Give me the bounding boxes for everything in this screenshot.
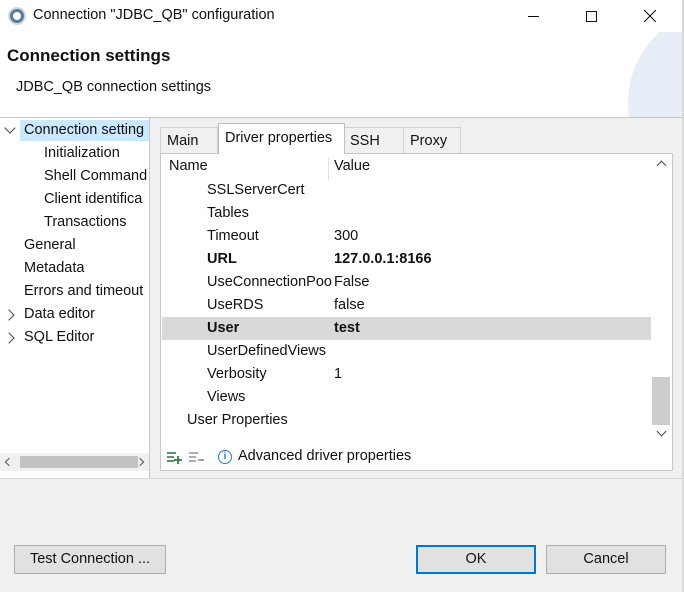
property-value[interactable]: 1	[334, 363, 342, 386]
close-button[interactable]	[627, 0, 673, 32]
property-value[interactable]: false	[334, 294, 365, 317]
banner-decoration	[628, 32, 684, 117]
tab-label: Proxy	[410, 133, 448, 149]
scroll-left-icon[interactable]	[4, 457, 14, 467]
chevron-right-icon[interactable]	[3, 332, 15, 344]
title-bar: Connection "JDBC_QB" configuration	[0, 0, 684, 32]
column-divider[interactable]	[328, 158, 329, 180]
tab-proxy[interactable]: Proxy	[403, 127, 461, 153]
scroll-up-icon[interactable]	[656, 160, 667, 171]
nav-item-shell-command[interactable]: Shell Command	[44, 166, 147, 187]
property-name: Tables	[207, 205, 249, 221]
nav-item-label: Transactions	[44, 214, 127, 230]
ok-button[interactable]: OK	[416, 545, 536, 574]
test-connection-button[interactable]: Test Connection ...	[14, 545, 166, 574]
nav-item-label: General	[24, 237, 76, 253]
property-name: Timeout	[207, 228, 259, 244]
nav-item-transactions[interactable]: Transactions	[44, 212, 126, 233]
property-name: URL	[207, 251, 237, 267]
property-name: UseRDS	[207, 297, 264, 313]
property-row[interactable]: Verbosity 1	[162, 363, 652, 386]
close-icon	[644, 10, 656, 22]
property-value[interactable]: False	[334, 271, 369, 294]
nav-item-metadata[interactable]: Metadata	[24, 258, 84, 279]
minimize-button[interactable]	[510, 0, 556, 32]
scrollbar-thumb[interactable]	[652, 377, 670, 425]
property-row[interactable]: UserDefinedViews	[162, 340, 652, 363]
nav-item-label: Shell Command	[44, 168, 148, 184]
column-header-name[interactable]: Name	[169, 158, 208, 174]
table-vertical-scrollbar[interactable]	[651, 154, 672, 446]
property-value[interactable]: 300	[334, 225, 358, 248]
scrollbar-thumb[interactable]	[20, 456, 138, 468]
maximize-icon	[585, 10, 597, 22]
nav-item-label: Connection setting	[24, 122, 145, 138]
window-title: Connection "JDBC_QB" configuration	[33, 7, 275, 23]
property-row[interactable]: SSLServerCert	[162, 179, 652, 202]
page-title: Connection settings	[7, 46, 171, 65]
nav-item-client-identification[interactable]: Client identifica	[44, 189, 142, 210]
advanced-driver-properties-link[interactable]: Advanced driver properties	[238, 448, 411, 464]
nav-item-label: SQL Editor	[24, 329, 95, 345]
nav-item-label: Metadata	[24, 260, 85, 276]
property-value[interactable]: test	[334, 317, 360, 340]
nav-item-label: Errors and timeout	[24, 283, 144, 299]
page-subtitle: JDBC_QB connection settings	[16, 79, 212, 95]
cancel-button[interactable]: Cancel	[546, 545, 666, 574]
scroll-down-icon[interactable]	[656, 426, 667, 437]
tab-ssh[interactable]: SSH	[343, 127, 404, 153]
property-row[interactable]: UseRDS false	[162, 294, 652, 317]
property-name: Verbosity	[207, 366, 267, 382]
property-row[interactable]: Timeout 300	[162, 225, 652, 248]
tab-driver-properties[interactable]: Driver properties	[218, 123, 345, 154]
tab-main[interactable]: Main	[160, 127, 218, 153]
tab-label: Driver properties	[225, 130, 333, 146]
chevron-down-icon[interactable]	[4, 122, 16, 134]
column-header-value[interactable]: Value	[334, 158, 370, 174]
property-name: UseConnectionPoo	[207, 274, 332, 290]
info-icon: i	[218, 450, 232, 464]
property-row[interactable]: URL 127.0.0.1:8166	[162, 248, 652, 271]
property-group-row[interactable]: User Properties	[162, 409, 652, 432]
property-name: SSLServerCert	[207, 182, 305, 198]
nav-item-initialization[interactable]: Initialization	[44, 143, 120, 164]
add-property-icon[interactable]	[166, 450, 182, 466]
nav-item-label: Client identifica	[44, 191, 143, 207]
nav-item-label: Initialization	[44, 145, 120, 161]
nav-item-general[interactable]: General	[24, 235, 76, 256]
driver-properties-panel: Name Value SSLServerCert Tables Timeout …	[160, 153, 673, 471]
property-row[interactable]: Tables	[162, 202, 652, 225]
nav-item-sql-editor[interactable]: SQL Editor	[24, 327, 94, 348]
property-name: User	[207, 320, 240, 336]
footer-divider	[0, 478, 684, 479]
property-row-selected[interactable]: User test	[162, 317, 652, 340]
tab-label: Main	[167, 133, 199, 149]
property-name: UserDefinedViews	[207, 343, 327, 359]
nav-item-label: Data editor	[24, 306, 95, 322]
nav-item-errors-and-timeout[interactable]: Errors and timeout	[24, 281, 143, 302]
property-group-name: User Properties	[187, 412, 288, 428]
remove-property-icon[interactable]	[188, 450, 204, 466]
property-row[interactable]: UseConnectionPoo False	[162, 271, 652, 294]
maximize-button[interactable]	[568, 0, 614, 32]
tab-label: SSH	[350, 133, 380, 149]
property-value[interactable]: 127.0.0.1:8166	[334, 248, 432, 271]
property-row[interactable]: Views	[162, 386, 652, 409]
nav-horizontal-scrollbar[interactable]	[0, 453, 149, 471]
nav-item-data-editor[interactable]: Data editor	[24, 304, 95, 325]
properties-toolbar: i Advanced driver properties	[161, 446, 672, 470]
minimize-icon	[527, 15, 539, 17]
app-icon	[8, 7, 26, 25]
settings-nav-tree: Connection setting Initialization Shell …	[0, 118, 150, 478]
chevron-right-icon[interactable]	[3, 309, 15, 321]
nav-item-connection-settings[interactable]: Connection setting	[20, 120, 149, 141]
property-name: Views	[207, 389, 246, 405]
header-banner: Connection settings JDBC_QB connection s…	[0, 32, 684, 118]
